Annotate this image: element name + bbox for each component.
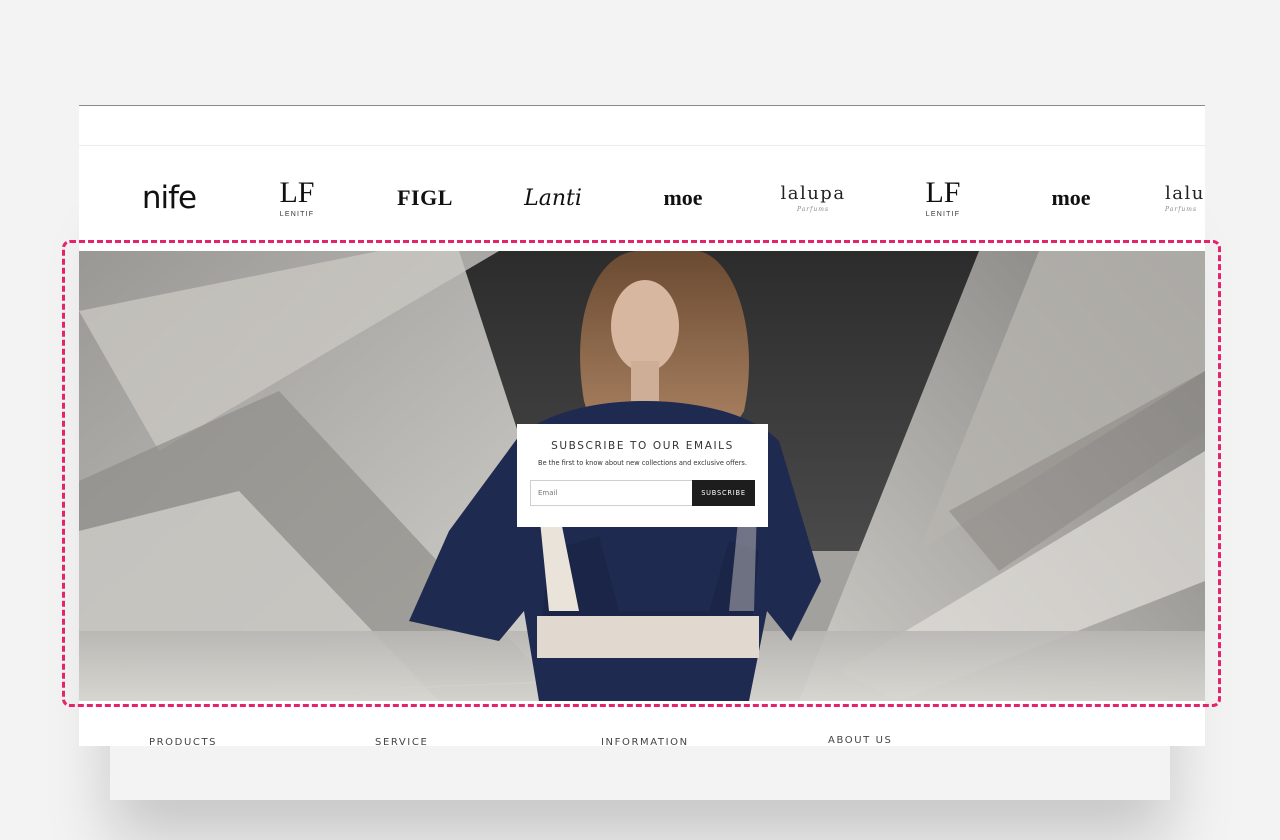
- subscribe-button[interactable]: SUBSCRIBE: [692, 480, 755, 506]
- footer-heading-information: INFORMATION: [601, 737, 689, 746]
- brand-logo-wordmark: LENITIF: [279, 211, 315, 218]
- brand-logo-wordmark: LENITIF: [925, 211, 961, 218]
- brand-logo-text: Lanti: [524, 185, 582, 211]
- brand-logo-moe-repeat[interactable]: moe: [1039, 146, 1103, 250]
- brand-logo-monogram: LF: [925, 176, 961, 209]
- brand-logo-text: nife: [141, 180, 197, 216]
- footer-heading-service: SERVICE: [375, 737, 429, 746]
- brand-logo-lenitif-repeat[interactable]: LF LENITIF: [915, 146, 971, 250]
- email-input[interactable]: [530, 480, 692, 506]
- hero-banner: SUBSCRIBE TO OUR EMAILS Be the first to …: [79, 251, 1205, 701]
- footer-heading-products: PRODUCTS: [149, 737, 218, 746]
- brand-logo-subtext: Parfums: [796, 206, 830, 213]
- footer-heading-about-us: ABOUT US: [828, 735, 893, 746]
- brand-logo-text: moe: [663, 185, 703, 210]
- brand-logo-carousel: nife LF LENITIF FIGL Lanti moe lalupa Pa…: [79, 146, 1205, 250]
- brand-logo-monogram: LF: [279, 176, 315, 209]
- newsletter-title: SUBSCRIBE TO OUR EMAILS: [551, 440, 734, 452]
- newsletter-subtitle: Be the first to know about new collectio…: [538, 459, 747, 467]
- newsletter-popup: SUBSCRIBE TO OUR EMAILS Be the first to …: [517, 424, 768, 527]
- brand-logo-subtext: Parfums: [1165, 206, 1198, 213]
- footer: PRODUCTS SERVICE INFORMATION ABOUT US: [79, 701, 1205, 746]
- brand-logo-lalupa[interactable]: lalupa Parfums: [775, 146, 851, 250]
- brand-logo-text: lalu: [1165, 183, 1205, 204]
- brand-logo-moe[interactable]: moe: [651, 146, 715, 250]
- brand-logo-text: moe: [1051, 185, 1091, 210]
- brand-logo-text: lalupa: [780, 183, 846, 204]
- brand-logo-text: FIGL: [397, 185, 453, 210]
- brand-logo-lalupa-partial[interactable]: lalu Parfums: [1165, 146, 1205, 250]
- brand-logo-lanti[interactable]: Lanti: [519, 146, 587, 250]
- brand-logo-lenitif[interactable]: LF LENITIF: [269, 146, 325, 250]
- header-strip: [79, 106, 1205, 146]
- newsletter-form: SUBSCRIBE: [530, 480, 755, 506]
- webpage: nife LF LENITIF FIGL Lanti moe lalupa Pa…: [79, 105, 1205, 746]
- canvas: nife LF LENITIF FIGL Lanti moe lalupa Pa…: [0, 0, 1280, 840]
- brand-logo-figl[interactable]: FIGL: [391, 146, 459, 250]
- brand-logo-nife[interactable]: nife: [131, 146, 207, 250]
